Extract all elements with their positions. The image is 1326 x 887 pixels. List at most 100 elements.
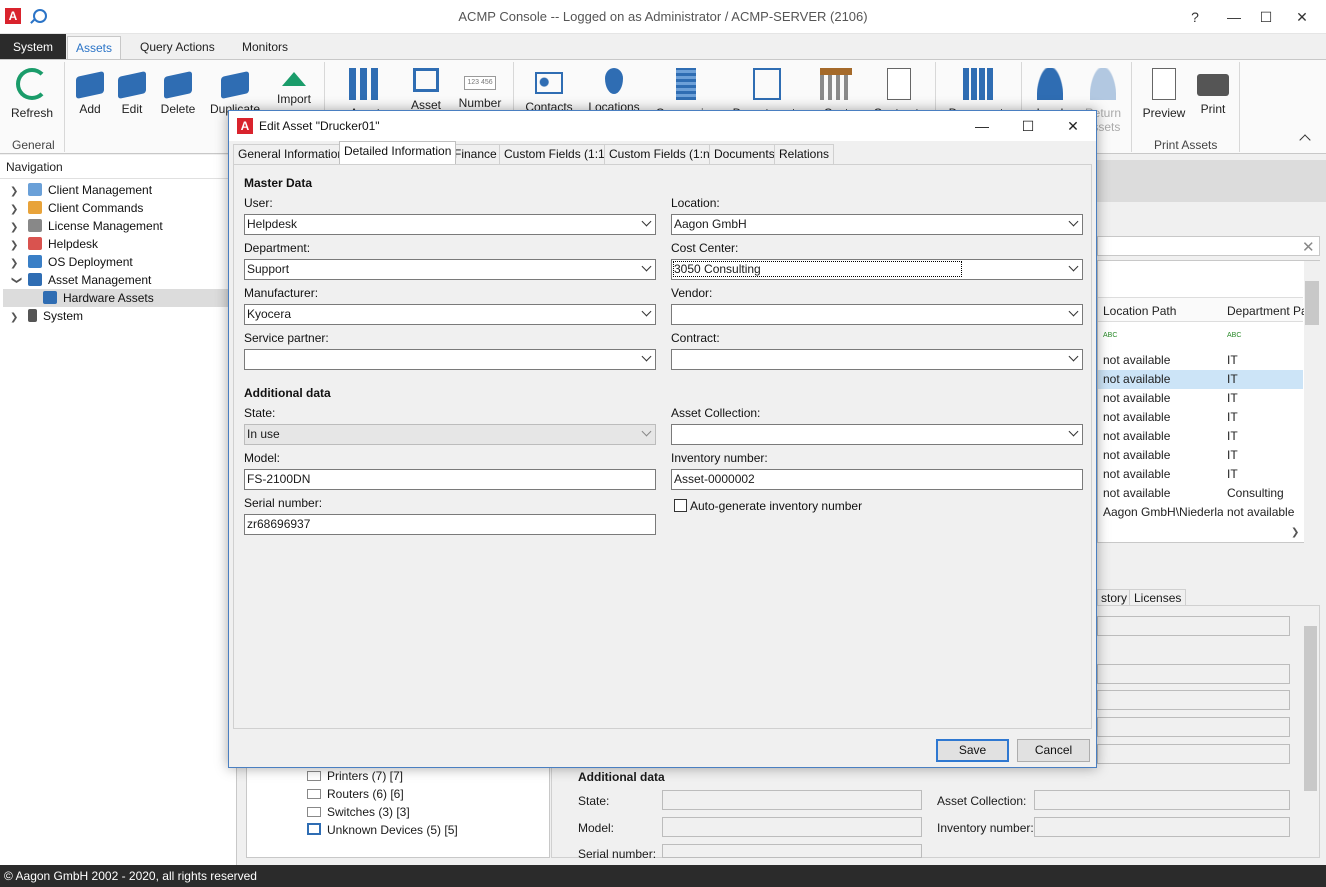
- tab-documents[interactable]: Documents: [709, 144, 780, 164]
- dialog-minimize-button[interactable]: —: [969, 115, 995, 137]
- status-bar: © Aagon GmbH 2002 - 2020, all rights res…: [0, 865, 1326, 887]
- detail-model-field: [662, 817, 922, 837]
- location-combo[interactable]: Aagon GmbH: [671, 214, 1083, 235]
- tab-system[interactable]: System: [0, 34, 67, 59]
- clear-search-icon[interactable]: ✕: [1302, 238, 1315, 256]
- dialog-close-button[interactable]: ✕: [1060, 115, 1086, 137]
- tree-item-routers[interactable]: Routers (6) [6]: [307, 785, 404, 803]
- print-button[interactable]: Print: [1193, 64, 1233, 116]
- detail-state-field: [662, 790, 922, 810]
- cell-location-path: not available: [1103, 429, 1171, 443]
- table-row[interactable]: not available IT: [1098, 370, 1303, 389]
- state-combo[interactable]: In use: [244, 424, 656, 445]
- serial-number-input[interactable]: zr68696937: [244, 514, 656, 535]
- contact-card-icon: [535, 72, 563, 94]
- edit-asset-dialog: A Edit Asset "Drucker01" — ☐ ✕ General I…: [228, 110, 1097, 768]
- chevron-down-icon: [1068, 306, 1079, 317]
- cancel-button[interactable]: Cancel: [1017, 739, 1090, 762]
- model-input[interactable]: FS-2100DN: [244, 469, 656, 490]
- nav-item-hardware-assets[interactable]: Hardware Assets: [3, 289, 228, 307]
- tab-relations[interactable]: Relations: [774, 144, 835, 164]
- locations-button[interactable]: Locations: [586, 64, 642, 114]
- detail-field: [1097, 690, 1290, 710]
- dialog-app-icon: A: [237, 118, 253, 134]
- column-header-department-path[interactable]: Department Pat: [1227, 302, 1311, 321]
- dialog-maximize-button[interactable]: ☐: [1015, 115, 1041, 137]
- search-field[interactable]: [1097, 236, 1320, 256]
- table-row[interactable]: not available IT: [1098, 408, 1303, 427]
- table-row[interactable]: not available IT: [1098, 465, 1303, 484]
- service-partner-combo[interactable]: [244, 349, 656, 370]
- nav-item-os-deployment[interactable]: ❯ OS Deployment: [10, 253, 133, 271]
- edit-button[interactable]: Edit: [113, 64, 151, 116]
- chevron-down-icon: [641, 426, 652, 437]
- tab-general-information[interactable]: General Information: [233, 144, 350, 164]
- vendor-combo[interactable]: [671, 304, 1083, 325]
- filter-icon[interactable]: ABC: [1227, 326, 1241, 345]
- table-row[interactable]: not available Consulting: [1098, 484, 1303, 503]
- table-row[interactable]: not available IT: [1098, 446, 1303, 465]
- table-row[interactable]: Aagon GmbH\Niederla... not available: [1098, 503, 1303, 522]
- tab-monitors[interactable]: Monitors: [234, 36, 296, 59]
- help-button[interactable]: ?: [1183, 6, 1207, 28]
- refresh-button[interactable]: Refresh: [8, 64, 56, 120]
- detail-inventory-label: Inventory number:: [937, 821, 1034, 835]
- auto-generate-label[interactable]: Auto-generate inventory number: [690, 499, 862, 513]
- tree-item-switches[interactable]: Switches (3) [3]: [307, 803, 410, 821]
- asset-collections-button[interactable]: Asset: [404, 64, 448, 112]
- tab-history[interactable]: story: [1097, 589, 1132, 606]
- manufacturer-combo[interactable]: Kyocera: [244, 304, 656, 325]
- tab-assets[interactable]: Assets: [67, 36, 122, 59]
- duplicate-button[interactable]: Duplicate: [209, 64, 261, 116]
- asset-collection-combo[interactable]: [671, 424, 1083, 445]
- cell-department-path: IT: [1227, 353, 1238, 367]
- detail-scrollbar[interactable]: [1302, 606, 1319, 857]
- delete-button[interactable]: Delete: [157, 64, 199, 116]
- table-row[interactable]: not available IT: [1098, 427, 1303, 446]
- tab-query-actions[interactable]: Query Actions: [132, 36, 223, 59]
- tree-item-unknown-devices[interactable]: Unknown Devices (5) [5]: [307, 821, 458, 839]
- scroll-right-icon[interactable]: ❯: [1291, 527, 1299, 538]
- tab-finance[interactable]: Finance: [449, 144, 502, 164]
- department-combo[interactable]: Support: [244, 259, 656, 280]
- nav-item-license-management[interactable]: ❯ License Management: [10, 217, 163, 235]
- minimize-button[interactable]: —: [1222, 6, 1246, 28]
- collapse-ribbon-icon[interactable]: [1299, 134, 1311, 146]
- filter-icon[interactable]: ABC: [1103, 326, 1117, 345]
- tab-custom-fields-1-n[interactable]: Custom Fields (1:n): [604, 144, 719, 164]
- number-ranges-button[interactable]: 123 456 Number: [455, 64, 505, 110]
- nav-item-helpdesk[interactable]: ❯ Helpdesk: [10, 235, 98, 253]
- tab-custom-fields-1-1[interactable]: Custom Fields (1:1): [499, 144, 614, 164]
- tree-item-printers[interactable]: Printers (7) [7]: [307, 767, 403, 785]
- column-header-location-path[interactable]: Location Path: [1103, 302, 1176, 321]
- scrollbar-thumb[interactable]: [1305, 281, 1319, 325]
- ribbon-separator: [1131, 62, 1132, 152]
- group-label-print-assets: Print Assets: [1154, 138, 1218, 152]
- ribbon-separator: [64, 62, 65, 152]
- add-button[interactable]: Add: [70, 64, 110, 116]
- close-button[interactable]: ✕: [1290, 6, 1314, 28]
- nav-item-client-management[interactable]: ❯ Client Management: [10, 181, 152, 199]
- chevron-down-icon[interactable]: ❯: [7, 276, 25, 288]
- nav-item-asset-management[interactable]: ❯ Asset Management: [10, 271, 151, 289]
- scrollbar-thumb[interactable]: [1304, 626, 1317, 791]
- inventory-number-input[interactable]: Asset-0000002: [671, 469, 1083, 490]
- vertical-scrollbar[interactable]: [1304, 261, 1320, 543]
- table-row[interactable]: not available IT: [1098, 389, 1303, 408]
- table-row[interactable]: not available IT: [1098, 351, 1303, 370]
- save-button[interactable]: Save: [936, 739, 1009, 762]
- contacts-button[interactable]: Contacts: [524, 64, 574, 114]
- nav-item-system[interactable]: ❯ System: [10, 307, 83, 325]
- cost-center-combo[interactable]: 3050 Consulting: [671, 259, 1083, 280]
- preview-button[interactable]: Preview: [1140, 64, 1188, 120]
- return-user-icon: [1090, 68, 1116, 100]
- contract-combo[interactable]: [671, 349, 1083, 370]
- import-button[interactable]: Import: [272, 64, 316, 106]
- auto-generate-checkbox[interactable]: [674, 499, 687, 512]
- tab-licenses[interactable]: Licenses: [1129, 589, 1187, 606]
- maximize-button[interactable]: ☐: [1254, 6, 1278, 28]
- user-combo[interactable]: Helpdesk: [244, 214, 656, 235]
- tab-detailed-information[interactable]: Detailed Information: [339, 141, 457, 164]
- chevron-right-icon[interactable]: ❯: [10, 309, 22, 327]
- nav-item-client-commands[interactable]: ❯ Client Commands: [10, 199, 143, 217]
